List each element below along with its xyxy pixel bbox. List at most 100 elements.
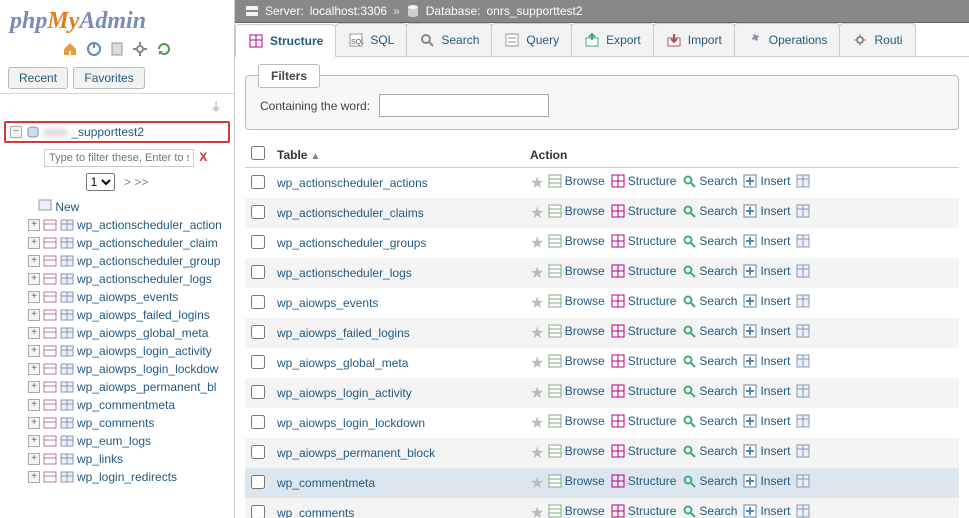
tree-db-selected[interactable]: − onrs_supporttest2 [4,121,230,143]
tree-table-link[interactable]: wp_aiowps_events [77,290,178,304]
tree-filter-input[interactable] [44,149,194,167]
tree-table-link[interactable]: wp_comments [77,416,154,430]
table-struct-icon[interactable] [43,417,57,429]
nav-tab-search[interactable]: Search [406,23,492,56]
tree-table-item[interactable]: + wp_aiowps_login_activity [4,342,230,360]
tree-table-item[interactable]: + wp_actionscheduler_claim [4,234,230,252]
search-action[interactable]: Search [682,384,737,398]
structure-action[interactable]: Structure [611,414,677,428]
plus-icon[interactable]: + [28,291,40,303]
browse-action[interactable]: Browse [548,504,605,518]
tree-table-item[interactable]: + wp_commentmeta [4,396,230,414]
favorite-star-icon[interactable]: ★ [530,235,544,252]
plus-icon[interactable]: + [28,381,40,393]
tree-table-item[interactable]: +wp_aiowps_permanent_bl [4,378,230,396]
row-checkbox[interactable] [251,445,265,459]
row-checkbox[interactable] [251,415,265,429]
nav-tab-operations[interactable]: Operations [734,23,841,56]
tree-table-link[interactable]: wp_aiowps_login_activity [77,344,212,358]
tree-table-item[interactable]: +wp_aiowps_login_lockdow [4,360,230,378]
table-name-link[interactable]: wp_commentmeta [277,476,375,490]
plus-icon[interactable]: + [28,399,40,411]
structure-action[interactable]: Structure [611,354,677,368]
favorite-star-icon[interactable]: ★ [530,475,544,492]
browse-action[interactable]: Browse [548,294,605,308]
insert-action[interactable]: Insert [743,234,790,248]
favorite-star-icon[interactable]: ★ [530,295,544,312]
search-action[interactable]: Search [682,444,737,458]
plus-icon[interactable]: + [28,237,40,249]
table-struct-icon[interactable] [43,345,57,357]
plus-icon[interactable]: + [28,345,40,357]
structure-action[interactable]: Structure [611,264,677,278]
tree-table-link[interactable]: wp_links [77,452,123,466]
plus-icon[interactable]: + [28,273,40,285]
search-action[interactable]: Search [682,294,737,308]
table-wrap[interactable]: Table▲ Action wp_actionscheduler_actions… [245,142,959,518]
search-action[interactable]: Search [682,264,737,278]
browse-action[interactable]: Browse [548,174,605,188]
browse-action[interactable]: Browse [548,354,605,368]
more-icon[interactable] [796,474,810,488]
tree-table-item[interactable]: +wp_aiowps_failed_logins [4,306,230,324]
tree-table-item[interactable]: +wp_eum_logs [4,432,230,450]
table-struct-icon[interactable] [43,435,57,447]
browse-action[interactable]: Browse [548,234,605,248]
table-name-link[interactable]: wp_aiowps_login_activity [277,386,412,400]
row-checkbox[interactable] [251,205,265,219]
tab-recent[interactable]: Recent [8,67,68,89]
nav-tab-query[interactable]: Query [491,23,572,56]
tree-table-item[interactable]: + wp_aiowps_events [4,288,230,306]
insert-action[interactable]: Insert [743,264,790,278]
plus-icon[interactable]: + [28,453,40,465]
row-checkbox[interactable] [251,235,265,249]
search-action[interactable]: Search [682,354,737,368]
browse-action[interactable]: Browse [548,264,605,278]
insert-action[interactable]: Insert [743,504,790,518]
row-checkbox[interactable] [251,325,265,339]
table-struct-icon[interactable] [43,255,57,267]
tree-table-link[interactable]: wp_actionscheduler_claim [77,236,218,250]
browse-action[interactable]: Browse [548,384,605,398]
search-action[interactable]: Search [682,474,737,488]
nav-tab-import[interactable]: Import [653,23,735,56]
check-all[interactable] [251,146,265,160]
more-icon[interactable] [796,324,810,338]
row-checkbox[interactable] [251,385,265,399]
table-name-link[interactable]: wp_aiowps_events [277,296,378,310]
structure-action[interactable]: Structure [611,204,677,218]
table-struct-icon[interactable] [43,309,57,321]
plus-icon[interactable]: + [28,327,40,339]
row-checkbox[interactable] [251,175,265,189]
plus-icon[interactable]: + [28,435,40,447]
table-name-link[interactable]: wp_actionscheduler_actions [277,176,428,190]
row-checkbox[interactable] [251,355,265,369]
table-name-link[interactable]: wp_aiowps_permanent_block [277,446,435,460]
logo[interactable]: phpMyAdmin [0,0,234,39]
browse-action[interactable]: Browse [548,204,605,218]
tree-table-link[interactable]: wp_commentmeta [77,398,175,412]
table-name-link[interactable]: wp_actionscheduler_claims [277,206,424,220]
table-struct-icon[interactable] [43,237,57,249]
plus-icon[interactable]: + [28,363,40,375]
nav-tab-routi[interactable]: Routi [839,23,915,56]
table-name-link[interactable]: wp_aiowps_login_lockdown [277,416,425,430]
settings-icon[interactable] [132,41,148,57]
tree-table-item[interactable]: +wp_comments [4,414,230,432]
insert-action[interactable]: Insert [743,294,790,308]
table-struct-icon[interactable] [43,381,57,393]
tree-table-link[interactable]: wp_actionscheduler_action [77,218,222,232]
insert-action[interactable]: Insert [743,414,790,428]
table-struct-icon[interactable] [43,327,57,339]
browse-action[interactable]: Browse [548,414,605,428]
favorite-star-icon[interactable]: ★ [530,445,544,462]
tree-table-item[interactable]: +wp_aiowps_global_meta [4,324,230,342]
plus-icon[interactable]: + [28,219,40,231]
structure-action[interactable]: Structure [611,384,677,398]
more-icon[interactable] [796,234,810,248]
row-checkbox[interactable] [251,505,265,518]
table-struct-icon[interactable] [43,363,57,375]
more-icon[interactable] [796,174,810,188]
more-icon[interactable] [796,204,810,218]
table-struct-icon[interactable] [43,471,57,483]
